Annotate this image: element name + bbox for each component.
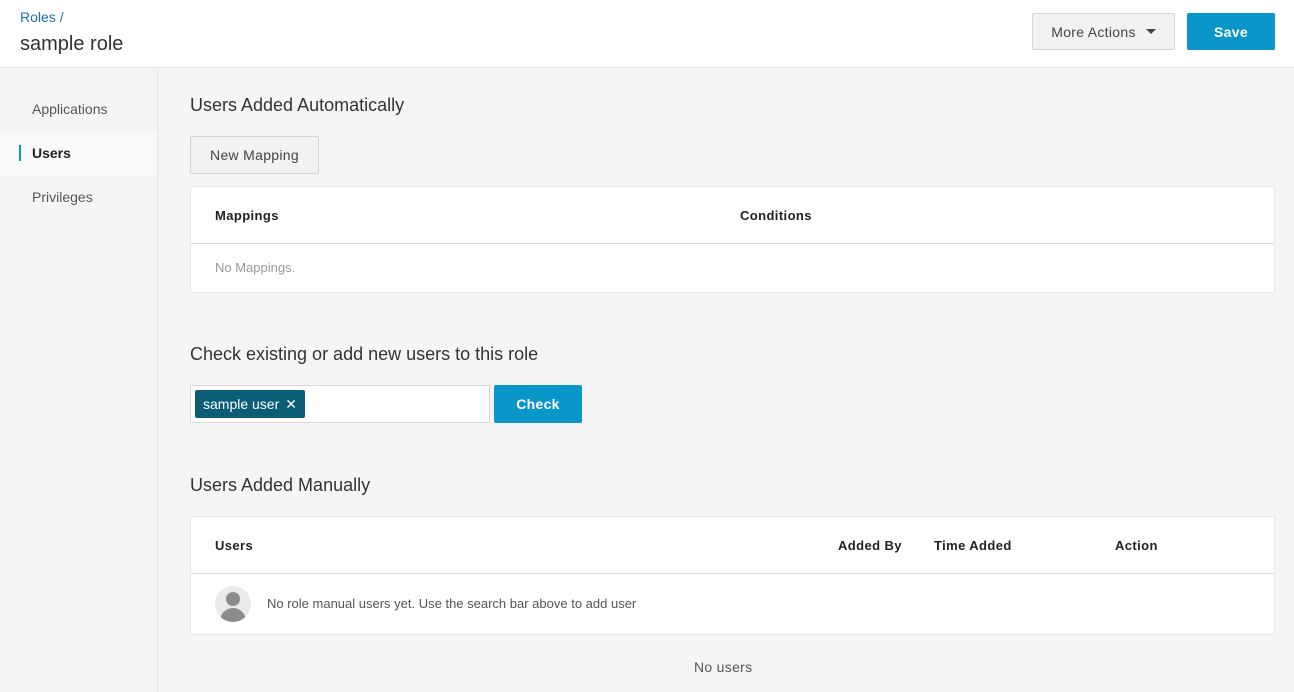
user-avatar-icon xyxy=(215,586,251,622)
caret-down-icon xyxy=(1145,29,1156,34)
breadcrumb-separator: / xyxy=(59,9,64,25)
mappings-table: Mappings Conditions No Mappings. xyxy=(190,186,1275,293)
close-icon[interactable]: ✕ xyxy=(285,396,297,413)
page-header: Roles / sample role More Actions Save xyxy=(0,0,1294,68)
more-actions-label: More Actions xyxy=(1051,23,1136,40)
breadcrumb-link-roles[interactable]: Roles xyxy=(20,9,56,25)
save-button[interactable]: Save xyxy=(1187,13,1275,50)
column-header-conditions[interactable]: Conditions xyxy=(740,187,812,243)
manual-users-section-title: Users Added Manually xyxy=(190,475,371,495)
page-title: sample role xyxy=(20,33,124,55)
no-users-text: No users xyxy=(694,659,753,675)
column-header-time-added[interactable]: Time Added xyxy=(934,517,1012,573)
mappings-empty-text: No Mappings. xyxy=(215,260,296,275)
more-actions-button[interactable]: More Actions xyxy=(1032,13,1175,50)
check-users-section-title: Check existing or add new users to this … xyxy=(190,344,539,364)
table-row: No role manual users yet. Use the search… xyxy=(191,574,1274,635)
manual-users-empty-text: No role manual users yet. Use the search… xyxy=(267,596,637,611)
breadcrumb: Roles / xyxy=(20,9,64,25)
sidebar-item-applications[interactable]: Applications xyxy=(0,87,157,131)
sidebar-item-users[interactable]: Users xyxy=(0,131,157,175)
user-chip-label: sample user xyxy=(203,396,280,412)
table-header-divider xyxy=(191,243,1274,244)
column-header-users[interactable]: Users xyxy=(215,517,253,573)
column-header-action: Action xyxy=(1115,537,1158,553)
user-chip: sample user ✕ xyxy=(195,390,305,418)
check-button[interactable]: Check xyxy=(494,385,582,423)
user-search-input[interactable]: sample user ✕ xyxy=(190,385,490,423)
manual-users-table: Users Added By Time Added Action No role… xyxy=(190,516,1275,635)
sidebar-item-privileges[interactable]: Privileges xyxy=(0,175,157,219)
column-header-added-by[interactable]: Added By xyxy=(838,517,902,573)
sidebar: Applications Users Privileges xyxy=(0,68,158,692)
auto-users-section-title: Users Added Automatically xyxy=(190,95,405,115)
new-mapping-button[interactable]: New Mapping xyxy=(190,136,319,174)
column-header-mappings[interactable]: Mappings xyxy=(215,187,279,243)
